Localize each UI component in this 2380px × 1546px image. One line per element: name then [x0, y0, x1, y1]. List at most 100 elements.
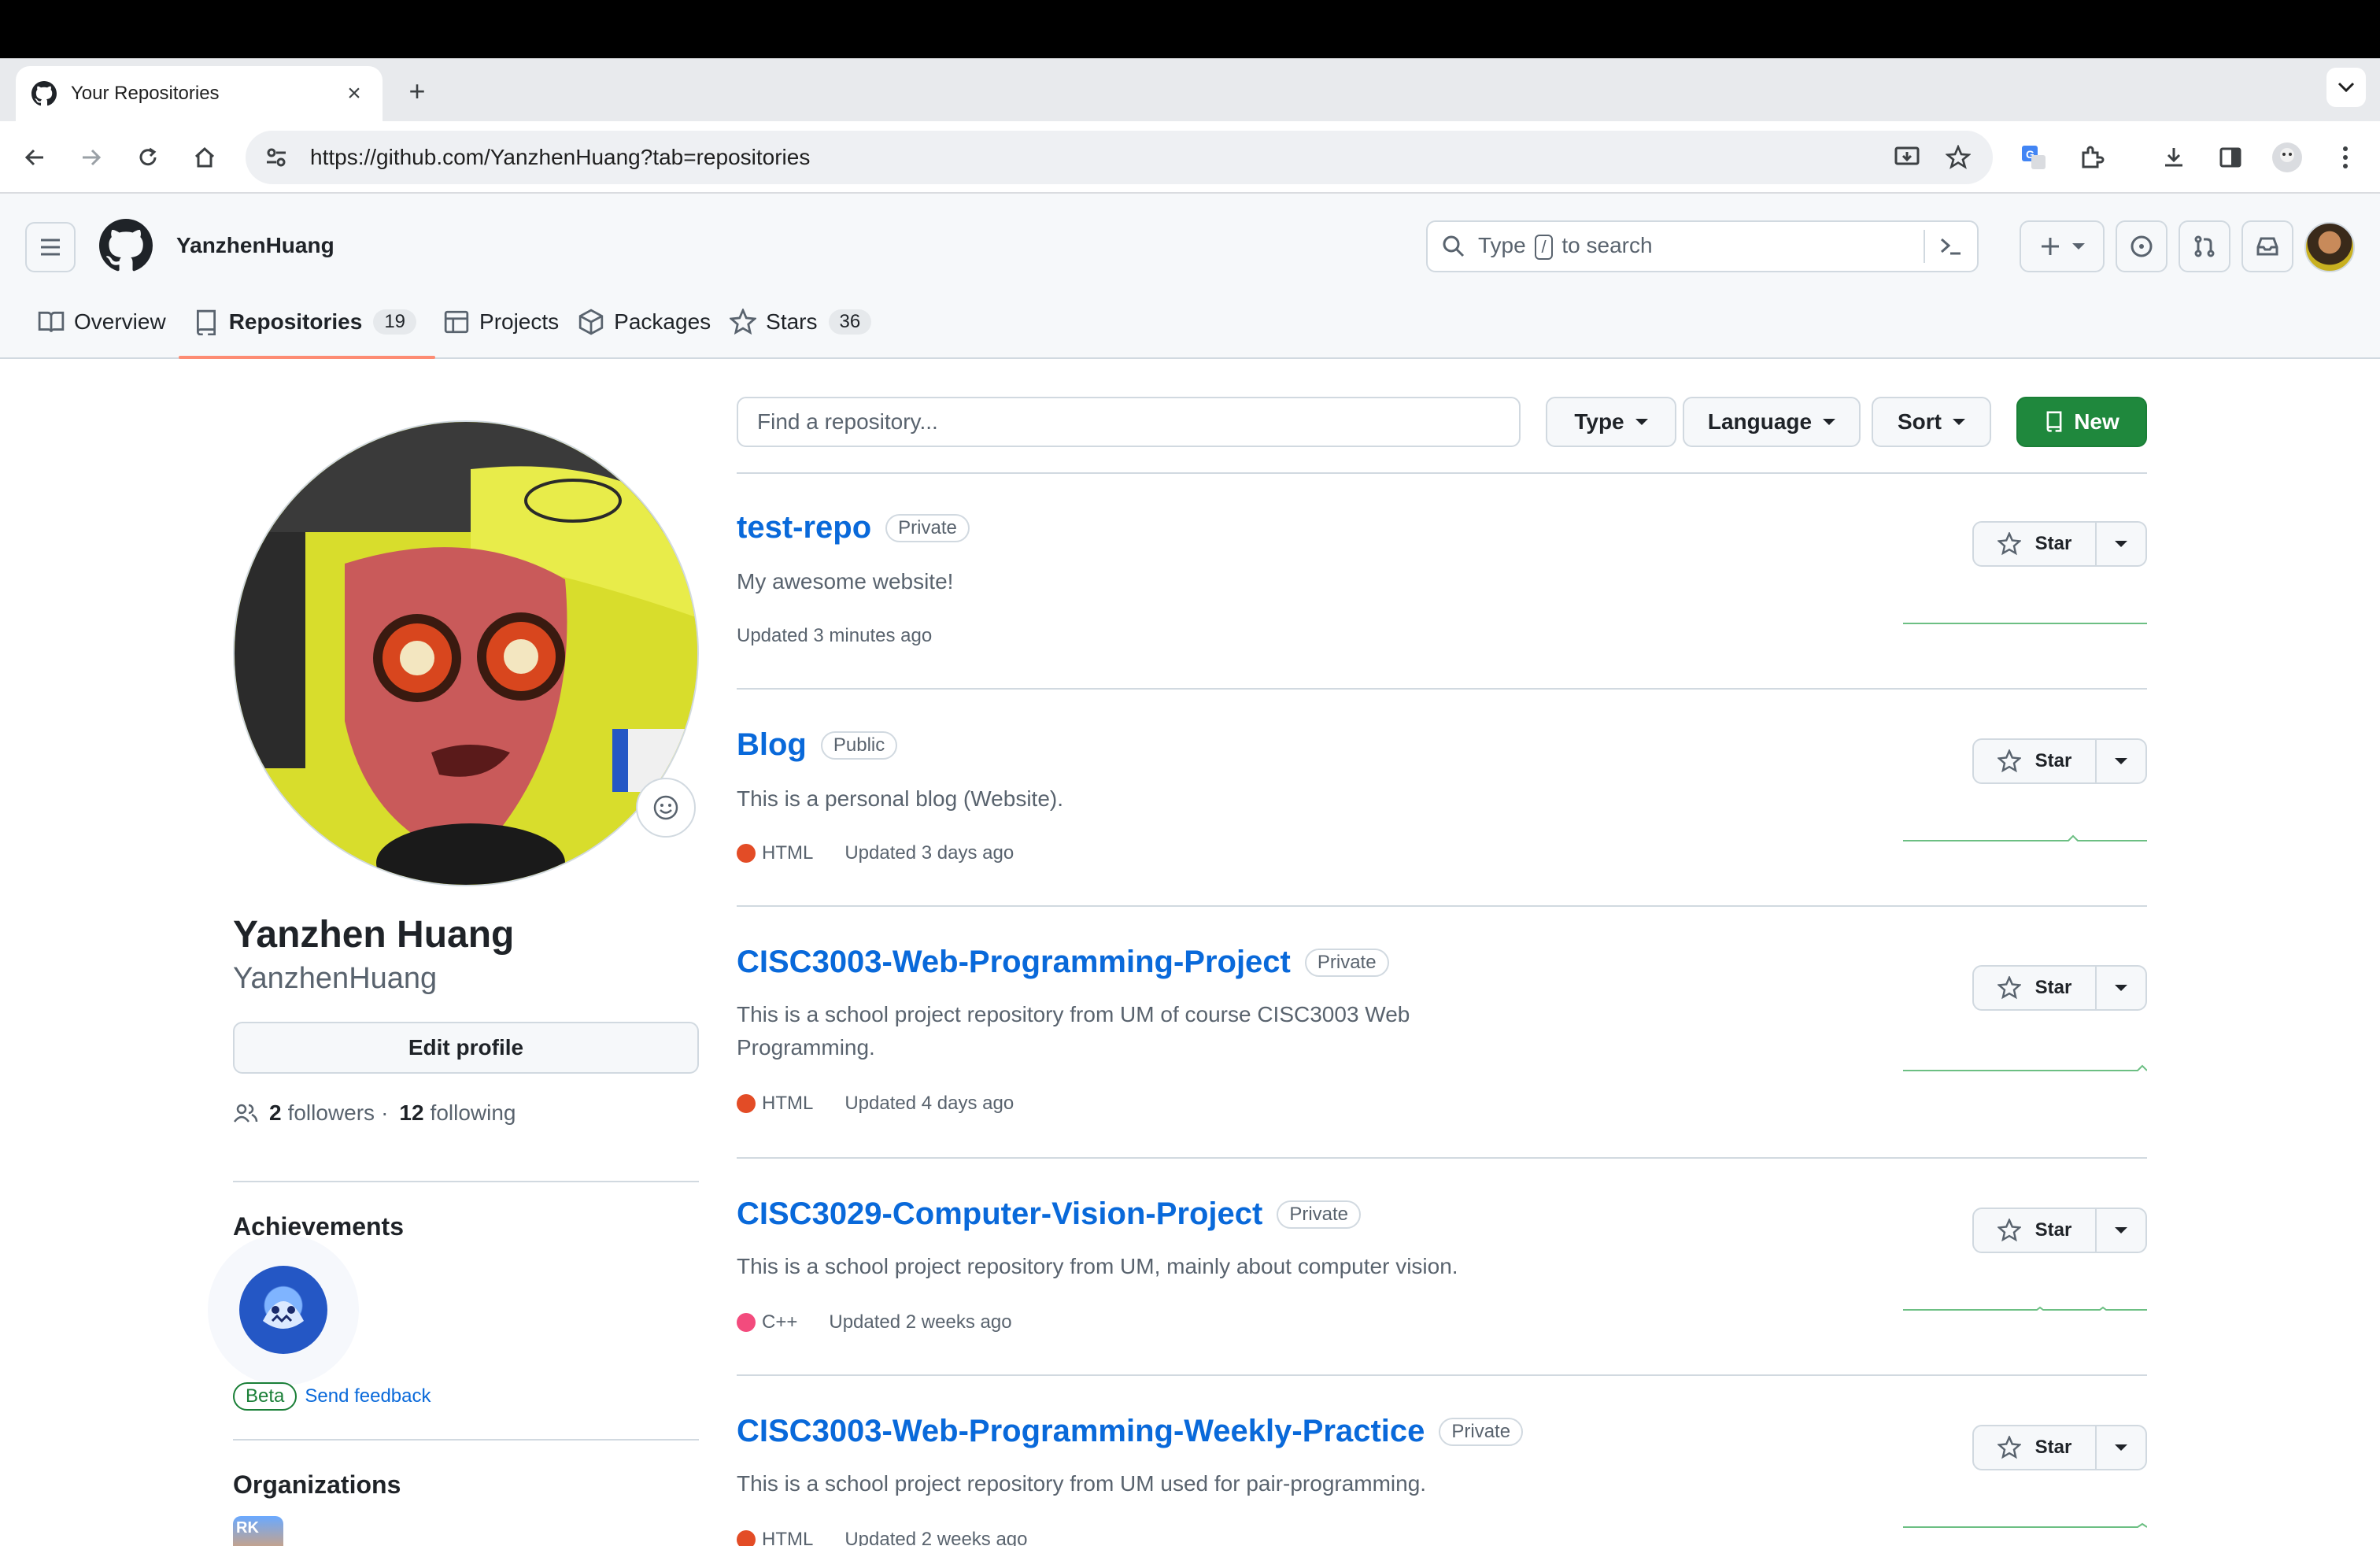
browser-tab-strip: Your Repositories × +: [0, 58, 2380, 121]
inbox-button[interactable]: [2241, 220, 2293, 272]
address-bar[interactable]: https://github.com/YanzhenHuang?tab=repo…: [246, 131, 1993, 184]
bookmark-star-icon[interactable]: [1942, 142, 1974, 173]
repo-name-link[interactable]: Blog: [737, 727, 807, 763]
star-label: Star: [2034, 533, 2072, 554]
repo-description: This is a school project repository from…: [737, 1002, 1410, 1060]
repo-description: This is a personal blog (Website).: [737, 786, 1063, 811]
global-search-input[interactable]: Type / to search: [1426, 220, 1979, 272]
follow-separator: ·: [381, 1100, 389, 1125]
followers-label: followers: [287, 1100, 375, 1125]
star-button[interactable]: Star: [1974, 1426, 2097, 1469]
repo-name-link[interactable]: CISC3003-Web-Programming-Project: [737, 945, 1291, 980]
forward-button[interactable]: [74, 140, 109, 175]
command-palette-icon[interactable]: [1924, 230, 1963, 263]
extensions-icon[interactable]: [2075, 140, 2109, 175]
sort-filter-label: Sort: [1898, 409, 1942, 434]
search-icon: [1443, 235, 1465, 257]
side-panel-icon[interactable]: [2213, 140, 2248, 175]
language-color-dot: [737, 1530, 756, 1546]
repo-name-row: CISC3029-Computer-Vision-Project Private: [737, 1196, 1362, 1232]
following-count: 12: [399, 1100, 424, 1125]
browser-menu-icon[interactable]: [2328, 140, 2363, 175]
google-translate-icon[interactable]: G: [2016, 140, 2051, 175]
caret-down-icon: [1953, 419, 1965, 425]
repo-updated: Updated 2 weeks ago: [844, 1529, 1028, 1546]
repo-list-item: CISC3003-Web-Programming-Weekly-Practice…: [737, 1414, 2147, 1546]
repo-list-item: Blog Public This is a personal blog (Web…: [737, 727, 2147, 907]
organizations-title: Organizations: [233, 1470, 401, 1499]
tab-repositories[interactable]: Repositories 19: [178, 285, 436, 359]
tab-search-button[interactable]: [2326, 68, 2366, 107]
language-filter-button[interactable]: Language: [1683, 397, 1861, 447]
language-color-dot: [737, 844, 756, 863]
browser-profile-avatar[interactable]: [2270, 140, 2304, 175]
repo-icon: [196, 309, 216, 335]
star-list-dropdown[interactable]: [2097, 523, 2145, 565]
star-button[interactable]: Star: [1974, 523, 2097, 565]
repo-name-link[interactable]: test-repo: [737, 510, 871, 546]
star-list-dropdown[interactable]: [2097, 967, 2145, 1009]
following-link[interactable]: 12 following: [394, 1100, 516, 1126]
star-list-dropdown[interactable]: [2097, 1209, 2145, 1252]
organization-avatar[interactable]: RK: [233, 1516, 283, 1546]
create-new-button[interactable]: [2020, 220, 2105, 272]
edit-profile-button[interactable]: Edit profile: [233, 1022, 699, 1074]
star-list-dropdown[interactable]: [2097, 1426, 2145, 1469]
home-button[interactable]: [187, 140, 222, 175]
pull-requests-button[interactable]: [2179, 220, 2230, 272]
new-tab-button[interactable]: +: [401, 76, 433, 107]
tab-close-icon[interactable]: ×: [342, 80, 367, 107]
star-button-group: Star: [1972, 521, 2147, 567]
star-list-dropdown[interactable]: [2097, 740, 2145, 782]
reload-button[interactable]: [131, 140, 165, 175]
star-icon: [1997, 976, 2021, 1000]
star-icon: [1997, 1436, 2021, 1459]
star-button[interactable]: Star: [1974, 1209, 2097, 1252]
github-header: YanzhenHuang Type / to search Overview R…: [0, 194, 2380, 359]
caret-down-icon: [2115, 758, 2127, 764]
downloads-icon[interactable]: [2156, 140, 2191, 175]
profile-avatar-image: [235, 422, 697, 885]
set-status-button[interactable]: [636, 778, 696, 838]
achievement-badge[interactable]: [239, 1266, 327, 1354]
find-repository-input[interactable]: Find a repository...: [737, 397, 1521, 447]
tab-stars[interactable]: Stars 36: [730, 285, 890, 359]
profile-login: YanzhenHuang: [233, 962, 438, 995]
type-filter-label: Type: [1574, 409, 1624, 434]
type-filter-button[interactable]: Type: [1546, 397, 1676, 447]
search-shortcut-key: /: [1535, 235, 1553, 260]
issues-button[interactable]: [2116, 220, 2168, 272]
repo-language: HTML: [762, 842, 814, 864]
user-avatar-small[interactable]: [2304, 222, 2355, 272]
star-button-group: Star: [1972, 965, 2147, 1011]
repo-visibility-badge: Private: [1304, 948, 1389, 977]
tab-overview[interactable]: Overview: [38, 285, 185, 359]
tab-projects[interactable]: Projects: [443, 285, 578, 359]
star-button[interactable]: Star: [1974, 967, 2097, 1009]
install-app-icon[interactable]: [1892, 142, 1924, 173]
repo-name-link[interactable]: CISC3003-Web-Programming-Weekly-Practice: [737, 1414, 1425, 1449]
repo-language: HTML: [762, 1093, 814, 1114]
repo-name-link[interactable]: CISC3029-Computer-Vision-Project: [737, 1196, 1262, 1232]
new-repository-button[interactable]: New: [2016, 397, 2147, 447]
send-feedback-link[interactable]: Send feedback: [305, 1385, 431, 1407]
github-logo-icon[interactable]: [99, 219, 153, 272]
followers-link[interactable]: 2 followers: [264, 1100, 375, 1126]
sort-filter-button[interactable]: Sort: [1872, 397, 1991, 447]
reload-icon: [139, 147, 157, 166]
git-pull-request-icon: [2194, 235, 2215, 257]
table-icon: [444, 310, 469, 334]
browser-tab-active[interactable]: Your Repositories ×: [16, 66, 382, 121]
search-placeholder: Type / to search: [1478, 233, 1924, 260]
star-button[interactable]: Star: [1974, 740, 2097, 782]
tab-title: Your Repositories: [71, 83, 220, 104]
language-color-dot: [737, 1313, 756, 1332]
back-button[interactable]: [17, 140, 52, 175]
profile-avatar[interactable]: [233, 420, 699, 886]
tab-packages[interactable]: Packages: [578, 285, 730, 359]
star-label: Star: [2034, 1437, 2072, 1458]
global-menu-button[interactable]: [25, 222, 76, 272]
star-icon: [1997, 1219, 2021, 1242]
header-username[interactable]: YanzhenHuang: [176, 233, 334, 258]
repo-list-item: CISC3029-Computer-Vision-Project Private…: [737, 1196, 2147, 1376]
